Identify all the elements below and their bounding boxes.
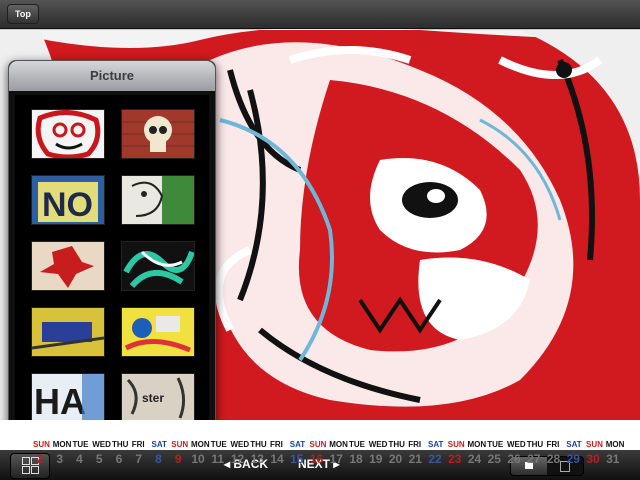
calendar-day-number[interactable]: 28 <box>544 452 564 466</box>
calendar-day-number[interactable]: 27 <box>524 452 544 466</box>
top-toolbar: Top <box>0 0 640 29</box>
calendar-day-number[interactable]: 13 <box>247 452 267 466</box>
calendar-day-number[interactable]: 3 <box>50 452 70 466</box>
thumb-poster-face[interactable]: ster <box>121 373 195 423</box>
calendar-day-name: THU <box>526 440 544 449</box>
calendar-day-number[interactable]: 24 <box>465 452 485 466</box>
calendar-day-name: SUN <box>171 440 189 449</box>
calendar-day-name: WED <box>368 440 388 449</box>
calendar-day-name: MON <box>329 440 348 449</box>
top-button[interactable]: Top <box>7 4 39 24</box>
calendar-day-number[interactable]: 22 <box>425 452 445 466</box>
calendar-day-number[interactable]: 15 <box>287 452 307 466</box>
calendar-day-name: TUE <box>487 440 504 449</box>
popover-title: Picture <box>9 61 215 91</box>
thumb-ha[interactable]: HA <box>31 373 105 423</box>
calendar-day-number[interactable]: 8 <box>149 452 169 466</box>
calendar-day-number[interactable]: 2 <box>30 452 50 466</box>
grid-icon <box>22 457 30 465</box>
calendar-day-name: FRI <box>408 440 422 449</box>
thumb-yellow-blue[interactable] <box>31 307 105 357</box>
calendar-day-name: FRI <box>546 440 560 449</box>
svg-text:HA: HA <box>34 381 86 422</box>
calendar-day-number[interactable]: 10 <box>188 452 208 466</box>
calendar-day-name: MON <box>605 440 625 449</box>
thumb-no[interactable]: NO <box>31 175 105 225</box>
calendar-day-name: MON <box>52 440 72 449</box>
thumb-face-green[interactable] <box>121 175 195 225</box>
calendar-day-number[interactable]: 31 <box>603 452 623 466</box>
thumb-skull[interactable] <box>121 109 195 159</box>
calendar-day-name: THU <box>250 440 267 449</box>
calendar-day-name: TUE <box>72 440 89 449</box>
calendar-day-number[interactable]: 29 <box>563 452 583 466</box>
calendar-day-number[interactable]: 25 <box>484 452 504 466</box>
calendar-day-name: THU <box>388 440 405 449</box>
calendar-day-name: SUN <box>586 440 603 449</box>
calendar-day-number[interactable]: 7 <box>129 452 149 466</box>
calendar-day-number[interactable]: 17 <box>326 452 346 466</box>
svg-text:ster: ster <box>142 391 164 405</box>
thumb-colorful-tags[interactable] <box>121 307 195 357</box>
calendar-day-name: TUE <box>349 440 365 449</box>
calendar-day-number[interactable]: 23 <box>445 452 465 466</box>
calendar-day-number[interactable]: 30 <box>583 452 603 466</box>
grid-icon <box>22 466 30 474</box>
calendar-day-name: SAT <box>566 440 582 449</box>
calendar-day-name: MON <box>467 440 487 449</box>
calendar-day-name: SAT <box>289 440 306 449</box>
calendar-day-name: SUN <box>447 440 465 449</box>
calendar-day-name: SUN <box>33 440 50 449</box>
svg-text:NO: NO <box>42 186 93 224</box>
calendar-day-name: SUN <box>309 440 327 449</box>
calendar-day-number[interactable]: 6 <box>109 452 129 466</box>
calendar-day-name: THU <box>112 440 129 449</box>
calendar-day-name: SAT <box>151 440 167 449</box>
calendar-day-name: WED <box>507 440 526 449</box>
calendar-day-number[interactable]: 19 <box>366 452 386 466</box>
calendar-day-name: WED <box>92 440 111 449</box>
calendar-day-name: SAT <box>428 440 444 449</box>
calendar-day-name: FRI <box>270 440 283 449</box>
grid-icon <box>31 466 39 474</box>
thumb-face-red[interactable] <box>31 109 105 159</box>
calendar-day-number[interactable]: 26 <box>504 452 524 466</box>
calendar-day-number[interactable]: 4 <box>70 452 90 466</box>
calendar-day-number[interactable]: 5 <box>89 452 109 466</box>
thumbnail-grid: NO HA ster <box>15 95 209 435</box>
calendar-day-number[interactable]: 18 <box>346 452 366 466</box>
calendar-day-number[interactable]: 21 <box>405 452 425 466</box>
calendar-day-number[interactable]: 20 <box>386 452 406 466</box>
calendar-day-number[interactable]: 14 <box>267 452 287 466</box>
calendar-day-name: WED <box>230 440 250 449</box>
calendar-day-number[interactable]: 16 <box>307 452 327 466</box>
thumb-green-swirl[interactable] <box>121 241 195 291</box>
picture-popover: Picture NO HA ster <box>8 60 216 449</box>
thumb-red-blot[interactable] <box>31 241 105 291</box>
calendar-day-name: FRI <box>131 440 145 449</box>
calendar-day-number[interactable]: 11 <box>208 452 228 466</box>
calendar-day-name: TUE <box>210 440 227 449</box>
calendar-day-name: MON <box>191 440 210 449</box>
calendar-day-number[interactable]: 9 <box>168 452 188 466</box>
calendar-day-number[interactable]: 12 <box>228 452 248 466</box>
